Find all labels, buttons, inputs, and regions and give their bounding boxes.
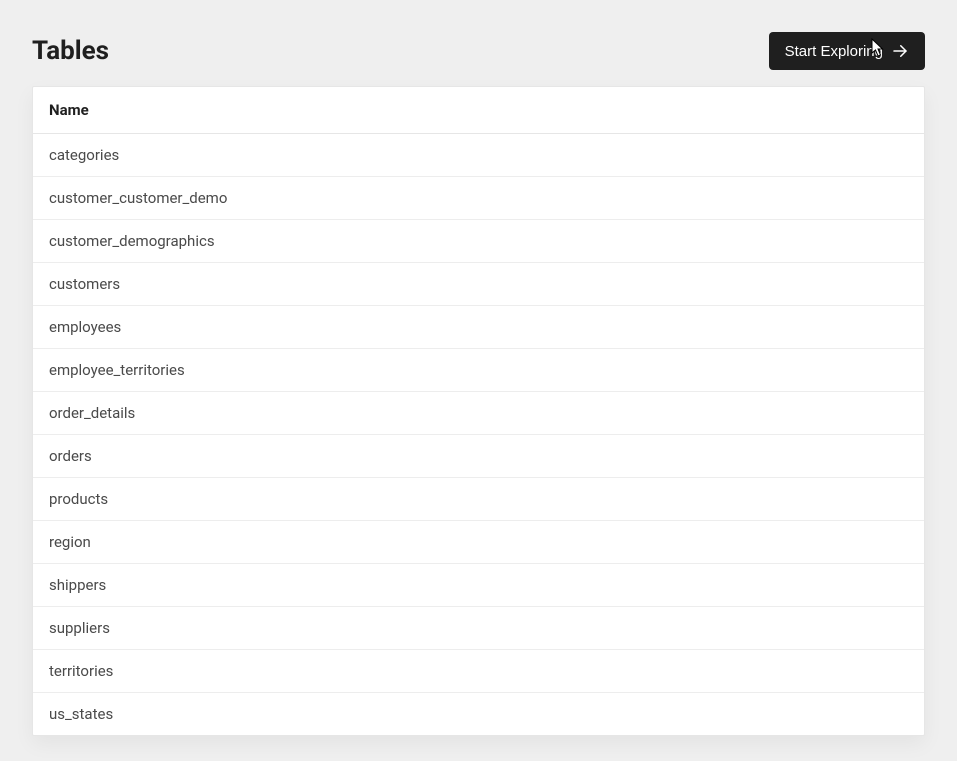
- start-exploring-button[interactable]: Start Exploring: [769, 32, 925, 70]
- table-row[interactable]: customer_demographics: [33, 220, 924, 263]
- table-row[interactable]: territories: [33, 650, 924, 693]
- table-row[interactable]: employees: [33, 306, 924, 349]
- column-header-name: Name: [33, 87, 924, 134]
- tables-list: Name categoriescustomer_customer_democus…: [32, 86, 925, 736]
- table-row[interactable]: order_details: [33, 392, 924, 435]
- table-row[interactable]: categories: [33, 134, 924, 177]
- arrow-right-icon: [891, 42, 909, 60]
- table-row[interactable]: region: [33, 521, 924, 564]
- start-exploring-label: Start Exploring: [785, 43, 883, 60]
- page-header: Tables Start Exploring: [32, 32, 925, 70]
- table-row[interactable]: shippers: [33, 564, 924, 607]
- table-row[interactable]: employee_territories: [33, 349, 924, 392]
- table-row[interactable]: suppliers: [33, 607, 924, 650]
- table-row[interactable]: products: [33, 478, 924, 521]
- page-title: Tables: [32, 36, 109, 66]
- table-row[interactable]: orders: [33, 435, 924, 478]
- table-row[interactable]: customer_customer_demo: [33, 177, 924, 220]
- table-row[interactable]: us_states: [33, 693, 924, 735]
- table-row[interactable]: customers: [33, 263, 924, 306]
